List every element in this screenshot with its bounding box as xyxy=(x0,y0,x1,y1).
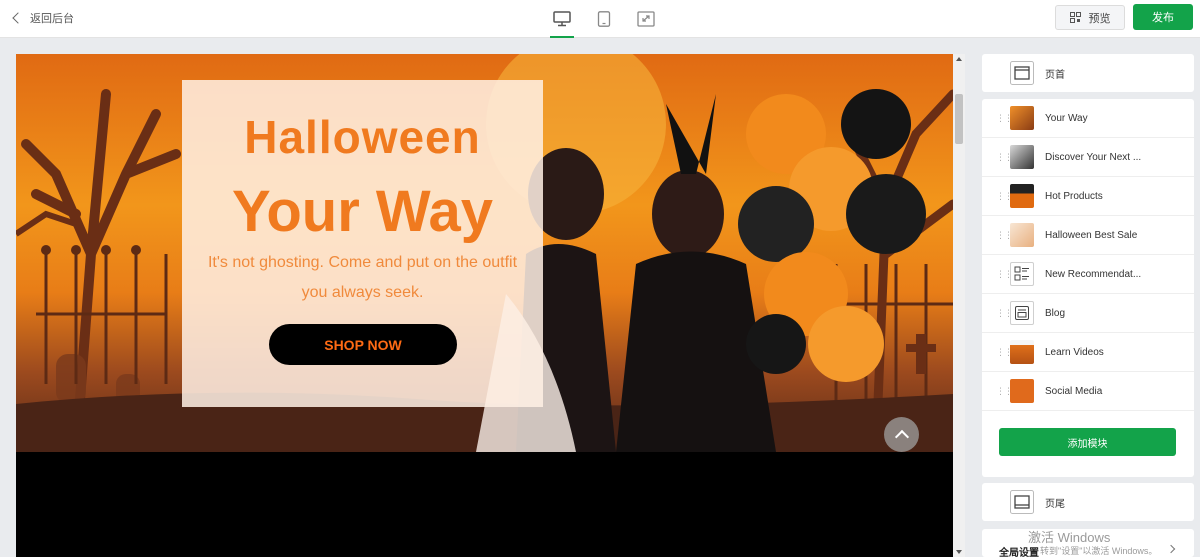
drag-handle-icon[interactable]: ⋮⋮ xyxy=(996,270,1013,279)
module-item[interactable]: ⋮⋮ Learn Videos xyxy=(982,333,1194,372)
shop-now-button[interactable]: SHOP NOW xyxy=(269,324,457,365)
module-label: Halloween Best Sale xyxy=(1045,229,1138,241)
page-canvas: Halloween Your Way It's not ghosting. Co… xyxy=(16,54,953,557)
desktop-icon xyxy=(553,11,571,27)
hero-text-box: Halloween Your Way It's not ghosting. Co… xyxy=(182,80,543,407)
module-item[interactable]: ⋮⋮ New Recommendat... xyxy=(982,255,1194,294)
module-item[interactable]: ⋮⋮ Social Media xyxy=(982,372,1194,411)
module-label: Blog xyxy=(1045,307,1066,319)
module-thumbnail xyxy=(1010,223,1034,247)
hero-subtitle: It's not ghosting. Come and put on the o… xyxy=(207,254,518,301)
module-label: Social Media xyxy=(1045,385,1103,397)
chevron-right-icon xyxy=(1166,544,1176,554)
drag-handle-icon[interactable]: ⋮⋮ xyxy=(996,387,1013,396)
back-label: 返回后台 xyxy=(30,13,74,25)
module-thumbnail xyxy=(1010,340,1034,364)
module-item[interactable]: ⋮⋮ Hot Products xyxy=(982,177,1194,216)
module-item[interactable]: ⋮⋮ Blog xyxy=(982,294,1194,333)
add-module-button[interactable]: 添加模块 xyxy=(999,428,1176,456)
module-label: New Recommendat... xyxy=(1045,268,1142,280)
scroll-to-top-button[interactable] xyxy=(884,417,919,452)
hero-title-line1: Halloween xyxy=(244,111,481,163)
footer-section-label: 页尾 xyxy=(1045,498,1065,510)
module-label: Learn Videos xyxy=(1045,346,1104,358)
module-list-card: ⋮⋮ Your Way ⋮⋮ Discover Your Next ... ⋮⋮… xyxy=(982,99,1194,477)
drag-handle-icon[interactable]: ⋮⋮ xyxy=(996,114,1013,123)
drag-handle-icon[interactable]: ⋮⋮ xyxy=(996,192,1013,201)
drag-handle-icon[interactable]: ⋮⋮ xyxy=(996,348,1013,357)
editor-topbar: 返回后台 预览 发布 xyxy=(0,0,1200,38)
drag-handle-icon[interactable]: ⋮⋮ xyxy=(996,153,1013,162)
footer-layout-icon xyxy=(1010,490,1034,514)
hero-title-line2: Your Way xyxy=(231,179,494,244)
module-thumbnail xyxy=(1010,106,1034,130)
desktop-view-button[interactable] xyxy=(548,0,576,38)
module-item[interactable]: ⋮⋮ Discover Your Next ... xyxy=(982,138,1194,177)
tablet-icon xyxy=(597,11,611,27)
header-layout-icon xyxy=(1010,61,1034,85)
back-to-admin-link[interactable]: 返回后台 xyxy=(12,10,74,26)
list-layout-icon xyxy=(1010,262,1034,286)
tablet-view-button[interactable] xyxy=(590,0,618,38)
fullscreen-icon xyxy=(637,11,655,27)
chevron-up-icon xyxy=(894,429,909,445)
module-label: Your Way xyxy=(1045,112,1088,124)
module-label: Discover Your Next ... xyxy=(1045,151,1142,163)
drag-handle-icon[interactable]: ⋮⋮ xyxy=(996,231,1013,240)
scrollbar-thumb[interactable] xyxy=(955,94,963,144)
header-section-card[interactable]: 页首 xyxy=(982,54,1194,92)
header-section-label: 页首 xyxy=(1045,69,1065,81)
hero-banner[interactable]: Halloween Your Way It's not ghosting. Co… xyxy=(16,54,953,452)
module-item[interactable]: ⋮⋮ Halloween Best Sale xyxy=(982,216,1194,255)
footer-section-card[interactable]: 页尾 xyxy=(982,483,1194,521)
preview-label: 预览 xyxy=(1088,12,1111,25)
device-switcher xyxy=(548,0,674,38)
scroll-up-arrow[interactable] xyxy=(956,57,962,61)
chevron-left-icon xyxy=(12,12,24,24)
canvas-scrollbar[interactable] xyxy=(953,54,965,557)
preview-button[interactable]: 预览 xyxy=(1055,5,1125,30)
module-thumbnail xyxy=(1010,145,1034,169)
blog-icon xyxy=(1010,301,1034,325)
windows-activation-hint: 转到"设置"以激活 Windows。 xyxy=(1040,546,1158,556)
publish-button[interactable]: 发布 xyxy=(1133,4,1193,30)
module-thumbnail xyxy=(1010,379,1034,403)
module-thumbnail xyxy=(1010,184,1034,208)
module-label: Hot Products xyxy=(1045,190,1103,202)
qr-code-icon xyxy=(1069,12,1081,23)
scroll-down-arrow[interactable] xyxy=(956,550,962,554)
drag-handle-icon[interactable]: ⋮⋮ xyxy=(996,309,1013,318)
fullscreen-view-button[interactable] xyxy=(632,0,660,38)
module-item[interactable]: ⋮⋮ Your Way xyxy=(982,99,1194,138)
